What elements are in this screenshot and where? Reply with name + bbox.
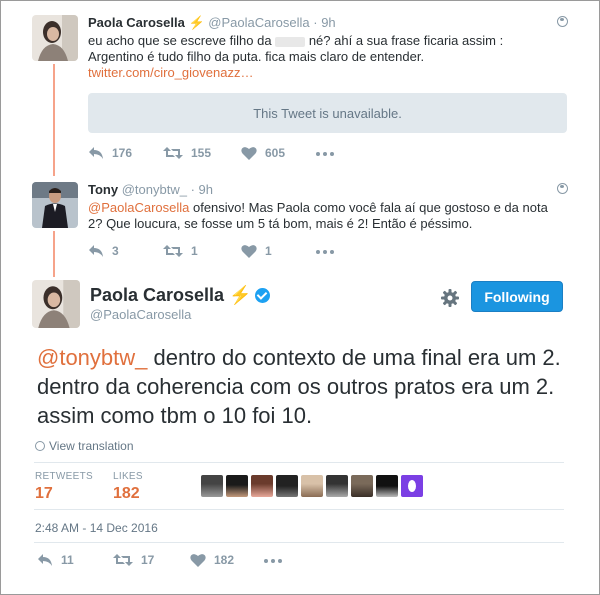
main-tweet-text: @tonybtw_ dentro do contexto de uma fina… [37, 343, 577, 430]
retweet-count: 1 [191, 244, 198, 258]
globe-icon [35, 441, 45, 451]
avatar[interactable] [32, 182, 78, 228]
user-name[interactable]: Paola Carosella [88, 15, 185, 30]
reply-icon [89, 245, 103, 257]
more-icon[interactable] [264, 559, 282, 563]
liker-avatar[interactable] [326, 475, 348, 497]
likes-count[interactable]: 182 [113, 485, 140, 503]
tweet-text: eu acho que se escreve filho da né? ahí … [88, 33, 558, 81]
like-button[interactable]: 1 [241, 244, 272, 258]
retweet-icon [163, 147, 183, 159]
tweet-text: @PaolaCarosella ofensivo! Mas Paola como… [88, 200, 563, 232]
liker-avatar[interactable] [301, 475, 323, 497]
liker-avatars [201, 475, 423, 497]
liker-avatar[interactable] [201, 475, 223, 497]
reply-icon [89, 147, 103, 159]
liker-avatar[interactable] [276, 475, 298, 497]
like-button[interactable]: 605 [241, 146, 285, 160]
retweet-icon [163, 245, 183, 257]
tweet-header: Paola Carosella ⚡ @PaolaCarosella · 9h [88, 15, 336, 31]
retweet-icon [113, 554, 133, 566]
reply-count: 176 [112, 146, 133, 160]
divider [34, 509, 564, 510]
tweet-text-line: 2? Que loucura, se fosse um 5 tá bom, ma… [88, 216, 473, 231]
view-translation-link[interactable]: View translation [35, 439, 134, 453]
tweet-date[interactable]: 2:48 AM - 14 Dec 2016 [35, 521, 158, 535]
author-handle[interactable]: @PaolaCarosella [90, 307, 191, 322]
likes-label: LIKES [113, 471, 143, 482]
redacted-word [275, 36, 306, 47]
like-count: 1 [265, 244, 272, 258]
mention-link[interactable]: @tonybtw_ [37, 345, 147, 370]
reply-button[interactable]: 3 [88, 244, 119, 258]
following-button[interactable]: Following [471, 281, 563, 312]
like-button[interactable]: 182 [190, 553, 234, 567]
retweet-count: 17 [141, 553, 155, 567]
tweet-text-line: Argentino é tudo filho da puta. fica mai… [88, 49, 425, 64]
globe-icon [557, 16, 568, 27]
retweets-count[interactable]: 17 [35, 485, 53, 503]
divider [34, 542, 564, 543]
author-name[interactable]: Paola Carosella ⚡ [90, 285, 270, 306]
tweet-text-part: ofensivo! Mas Paola como você fala aí qu… [189, 200, 548, 215]
retweet-button[interactable]: 17 [113, 553, 154, 567]
user-name[interactable]: Tony [88, 182, 118, 197]
avatar[interactable] [32, 15, 78, 61]
lightning-icon: ⚡ [229, 285, 252, 305]
heart-icon [241, 147, 257, 160]
verified-icon [254, 288, 270, 303]
reply-icon [38, 554, 52, 566]
more-icon[interactable] [316, 250, 334, 254]
globe-icon [557, 183, 568, 194]
lightning-icon: ⚡ [188, 15, 205, 30]
reply-count: 11 [61, 553, 74, 567]
avatar[interactable] [32, 280, 80, 328]
tweet-text-part: eu acho que se escreve filho da [88, 33, 272, 48]
heart-icon [241, 245, 257, 258]
gear-icon[interactable] [441, 289, 459, 307]
quoted-tweet-unavailable: This Tweet is unavailable. [88, 93, 567, 133]
divider [34, 462, 564, 463]
thread-line [53, 231, 55, 277]
retweet-button[interactable]: 155 [163, 146, 211, 160]
tweet-time[interactable]: · 9h [191, 182, 213, 197]
tweet-time[interactable]: · 9h [313, 15, 335, 30]
author-name-text: Paola Carosella [90, 285, 225, 305]
retweet-count: 155 [191, 146, 212, 160]
liker-avatar[interactable] [226, 475, 248, 497]
liker-avatar[interactable] [376, 475, 398, 497]
tweet-link[interactable]: twitter.com/ciro_giovenazz… [88, 65, 558, 81]
retweets-label: RETWEETS [35, 471, 93, 482]
mention-link[interactable]: @PaolaCarosella [88, 200, 189, 215]
liker-avatar[interactable] [351, 475, 373, 497]
user-handle[interactable]: @PaolaCarosella [208, 15, 309, 30]
reply-button[interactable]: 11 [37, 553, 74, 567]
retweet-button[interactable]: 1 [163, 244, 198, 258]
heart-icon [190, 554, 206, 567]
tweet-header: Tony @tonybtw_ · 9h [88, 182, 213, 197]
like-count: 182 [214, 553, 235, 567]
view-translation-label: View translation [49, 439, 134, 453]
like-count: 605 [265, 146, 286, 160]
reply-button[interactable]: 176 [88, 146, 132, 160]
user-handle[interactable]: @tonybtw_ [122, 182, 187, 197]
more-icon[interactable] [316, 152, 334, 156]
liker-avatar[interactable] [401, 475, 423, 497]
liker-avatar[interactable] [251, 475, 273, 497]
reply-count: 3 [112, 244, 119, 258]
tweet-text-part: né? ahí a sua frase ficaria assim : [308, 33, 504, 48]
thread-line [53, 64, 55, 176]
